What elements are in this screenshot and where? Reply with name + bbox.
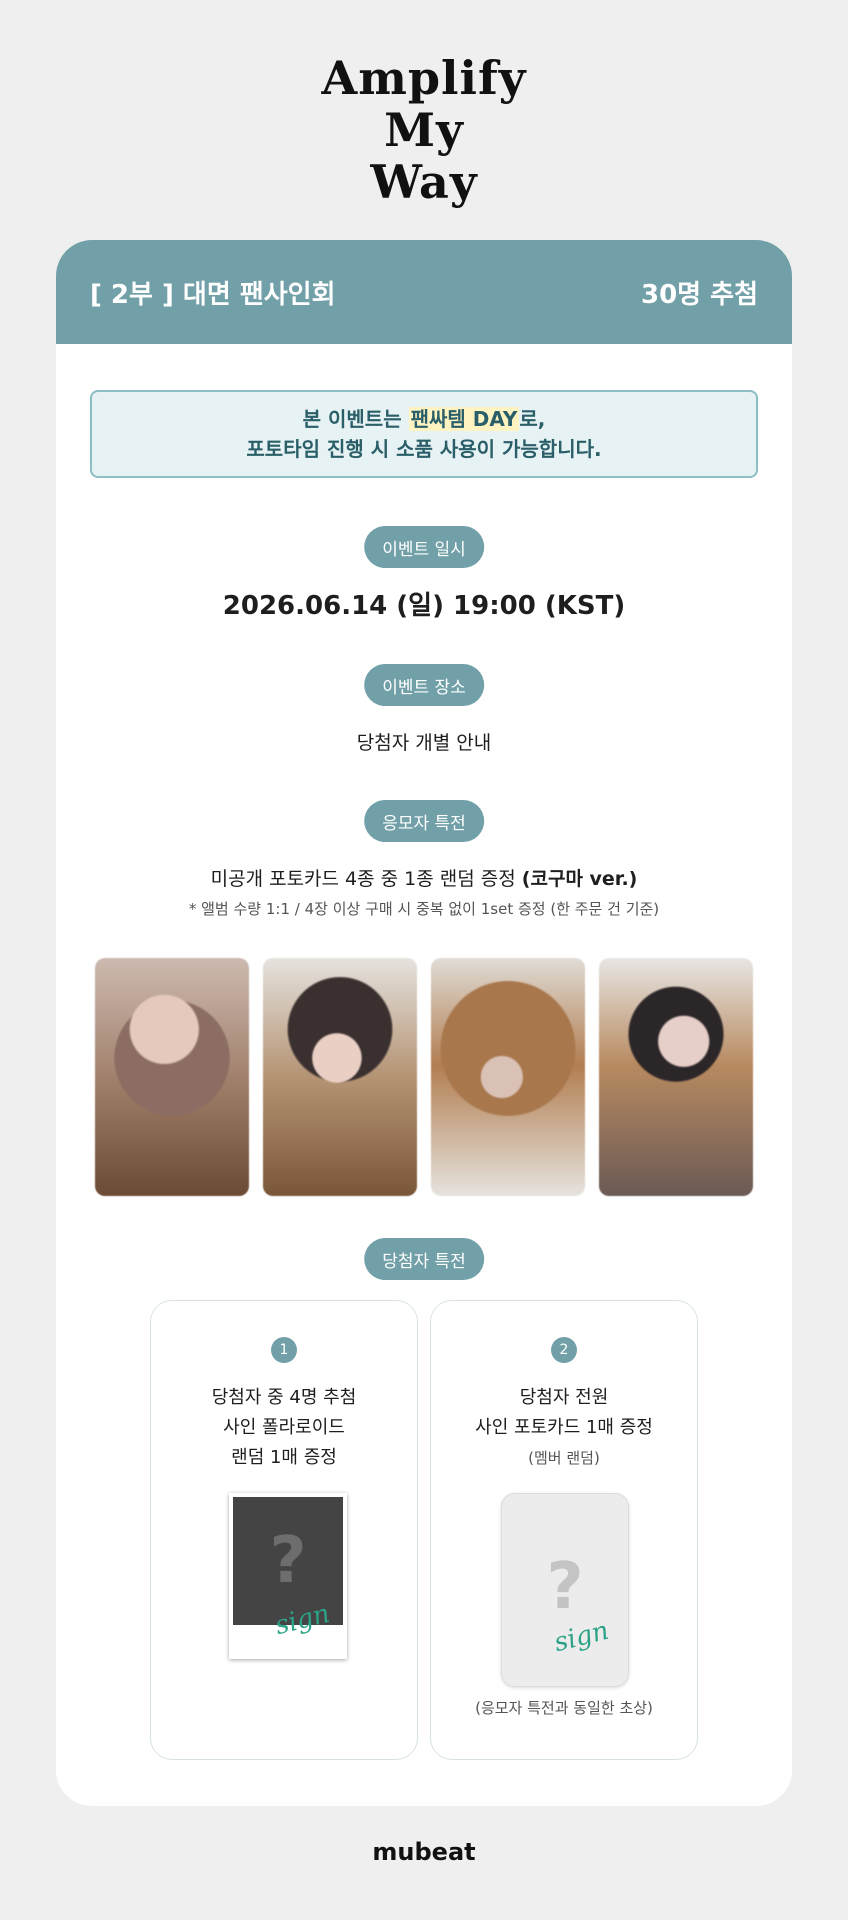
photocard-image-3	[431, 958, 585, 1196]
applicant-benefit-desc: 미공개 포토카드 4종 중 1종 랜덤 증정 (코구마 ver.)	[210, 868, 638, 890]
applicant-benefit-note: * 앨범 수량 1:1 / 4장 이상 구매 시 중복 없이 1set 증정 (…	[188, 900, 660, 918]
benefit-caption-2: (응모자 특전과 동일한 초상)	[475, 1699, 653, 1717]
benefit-text-1: 당첨자 중 4명 추첨 사인 폴라로이드 랜덤 1매 증정	[211, 1387, 357, 1468]
notice-box: 본 이벤트는 팬싸템 DAY 로, 포토타임 진행 시 소품 사용이 가능합니다.	[90, 390, 758, 478]
notice-highlight: 팬싸템 DAY	[408, 407, 520, 431]
card-title: [ 2부 ] 대면 팬사인회	[90, 279, 336, 310]
logo-line-3: Way	[370, 155, 478, 209]
signed-polaroid-image: ? sign	[229, 1493, 347, 1659]
benefit-number-2: 2	[551, 1337, 577, 1363]
event-place-value: 당첨자 개별 안내	[356, 732, 492, 754]
mubeat-logo: mubeat	[372, 1838, 476, 1866]
logo-line-1: Amplify	[321, 51, 527, 105]
winner-benefit-box-1: 1 당첨자 중 4명 추첨 사인 폴라로이드 랜덤 1매 증정 ? sign	[150, 1300, 418, 1760]
notice-line-1: 본 이벤트는 팬싸템 DAY 로,	[302, 407, 546, 431]
event-logo: Amplify My Way	[0, 52, 848, 208]
event-date-value: 2026.06.14 (일) 19:00 (KST)	[222, 591, 626, 621]
photocard-image-1	[95, 958, 249, 1196]
winner-benefit-boxes: 1 당첨자 중 4명 추첨 사인 폴라로이드 랜덤 1매 증정 ? sign 2…	[150, 1300, 698, 1760]
notice-line-2: 포토타임 진행 시 소품 사용이 가능합니다.	[246, 437, 602, 461]
logo-line-2: My	[384, 103, 464, 157]
event-date-label: 이벤트 일시	[364, 526, 484, 568]
signed-photocard-image: ? sign	[501, 1493, 629, 1687]
photocard-gallery	[95, 958, 753, 1196]
winner-count: 30명 추첨	[641, 279, 758, 310]
event-place-label: 이벤트 장소	[364, 664, 484, 706]
photocard-image-4	[599, 958, 753, 1196]
photocard-image-2	[263, 958, 417, 1196]
winner-benefit-label: 당첨자 특전	[364, 1238, 484, 1280]
question-mark-icon: ?	[546, 1550, 584, 1624]
card-header: [ 2부 ] 대면 팬사인회 30명 추첨	[56, 240, 792, 344]
event-card: [ 2부 ] 대면 팬사인회 30명 추첨 본 이벤트는 팬싸템 DAY 로, 포…	[56, 240, 792, 1806]
winner-benefit-box-2: 2 당첨자 전원 사인 포토카드 1매 증정 (멤버 랜덤) ? sign (응…	[430, 1300, 698, 1760]
applicant-benefit-label: 응모자 특전	[364, 800, 484, 842]
benefit-text-2: 당첨자 전원 사인 포토카드 1매 증정 (멤버 랜덤)	[475, 1387, 653, 1467]
benefit-number-1: 1	[271, 1337, 297, 1363]
